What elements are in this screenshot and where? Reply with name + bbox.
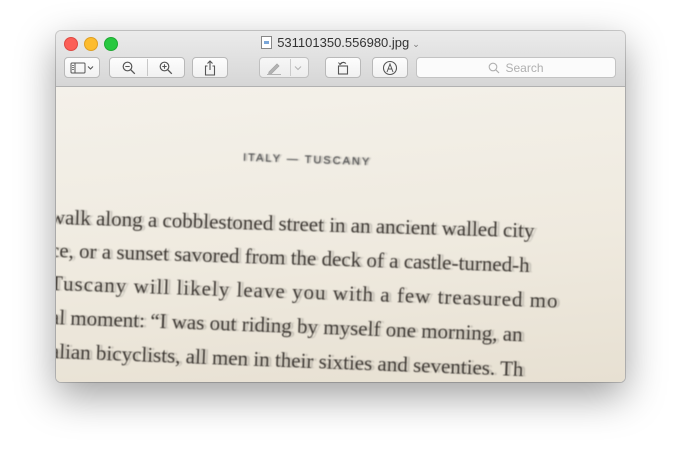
- preview-window: 531101350.556980.jpg ⌄ Search ITALY — TU…: [56, 31, 625, 382]
- share-icon: [204, 59, 216, 76]
- photo-text-line: ce, or a sunset savored from the deck of…: [56, 238, 531, 278]
- rotate-button[interactable]: [325, 57, 361, 78]
- image-canvas: ITALY — TUSCANY walk along a cobblestone…: [56, 87, 625, 382]
- markup-divider: [290, 59, 291, 76]
- zoom-out-icon: [122, 61, 135, 74]
- toolbar: 531101350.556980.jpg ⌄ Search: [56, 31, 625, 87]
- sidebar-button[interactable]: [64, 57, 100, 78]
- search-placeholder: Search: [505, 60, 544, 75]
- rotate-icon: [337, 61, 349, 75]
- zoom-divider: [147, 59, 148, 76]
- photo-heading: ITALY — TUSCANY: [242, 151, 372, 169]
- photo-text-line: walk along a cobblestoned street in an a…: [56, 205, 535, 243]
- search-icon: [489, 62, 500, 73]
- window-title-text: 531101350.556980.jpg: [277, 35, 410, 50]
- zoom-group: [109, 57, 185, 78]
- share-button[interactable]: [192, 57, 228, 78]
- zoom-in-icon: [159, 61, 172, 74]
- chevron-down-icon: ⌄: [412, 39, 420, 49]
- search-field[interactable]: Search: [416, 57, 616, 78]
- annotate-icon: [382, 60, 398, 75]
- photo-text-line: alian bicyclists, all men in their sixti…: [56, 339, 524, 382]
- chevron-down-icon: [295, 65, 302, 70]
- document-icon: [261, 36, 273, 49]
- zoom-out-button[interactable]: [110, 61, 147, 75]
- zoom-in-button[interactable]: [147, 61, 184, 75]
- sidebar-icon: [70, 62, 94, 73]
- pen-icon: [267, 62, 282, 75]
- markup-menu-button[interactable]: [289, 65, 308, 71]
- annotate-button[interactable]: [372, 57, 408, 78]
- window-title[interactable]: 531101350.556980.jpg ⌄: [56, 34, 625, 53]
- markup-group: [259, 57, 309, 78]
- markup-button[interactable]: [260, 61, 289, 75]
